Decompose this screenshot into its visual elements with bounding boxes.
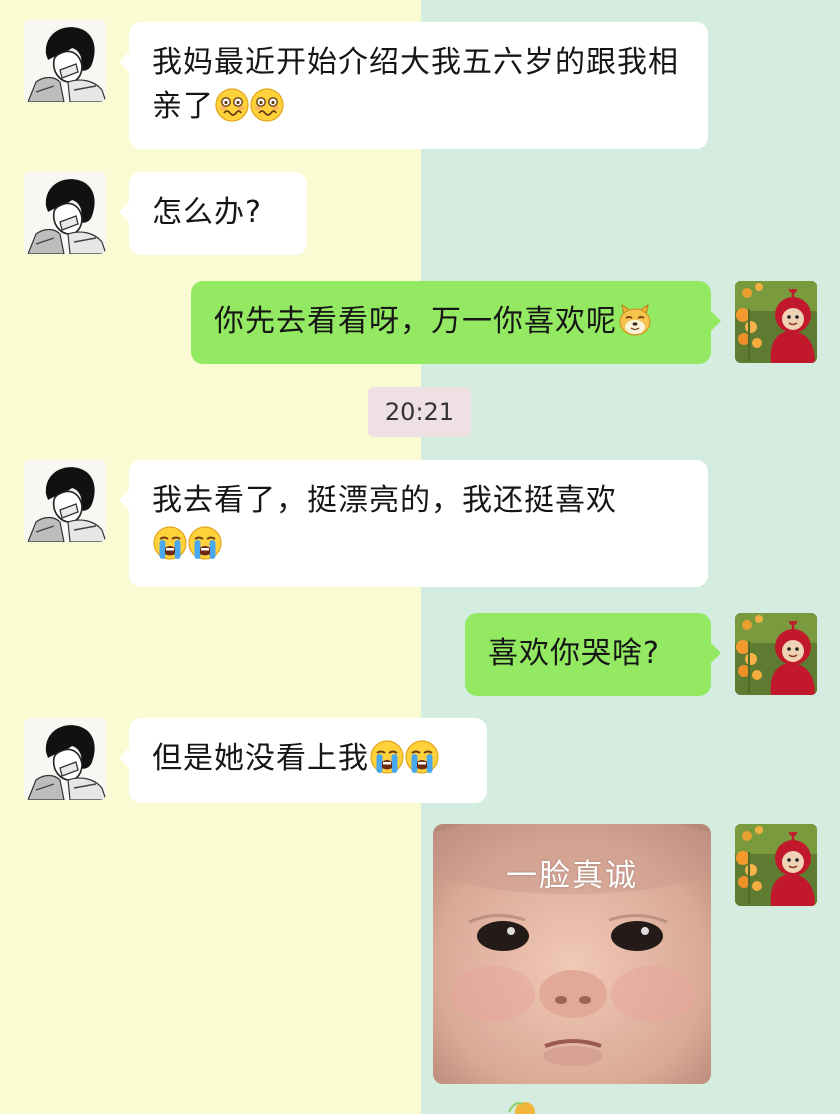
woozy-face-icon <box>250 88 284 122</box>
outgoing-message-bubble[interactable]: 你先去看看呀，万一你喜欢呢 <box>191 281 721 364</box>
contact-avatar[interactable] <box>24 20 106 102</box>
partial-decoration <box>505 1094 541 1114</box>
message-text: 你先去看看呀，万一你喜欢呢 <box>214 304 617 339</box>
message-text: 但是她没看上我 <box>152 741 369 776</box>
user-avatar[interactable] <box>735 281 817 363</box>
user-avatar[interactable] <box>735 613 817 695</box>
user-avatar[interactable] <box>735 824 817 906</box>
message-text: 怎么办? <box>152 195 262 230</box>
incoming-message-bubble[interactable]: 我妈最近开始介绍大我五六岁的跟我相亲了 <box>119 22 708 149</box>
sticker-caption: 一脸真诚 <box>506 858 638 894</box>
contact-avatar[interactable] <box>24 172 106 254</box>
doge-icon <box>618 303 652 337</box>
incoming-message-bubble[interactable]: 我去看了，挺漂亮的，我还挺喜欢 <box>119 460 708 587</box>
loudly-crying-face-icon <box>370 740 404 774</box>
loudly-crying-face-icon <box>153 526 187 560</box>
baby-face-sticker[interactable]: 一脸真诚 <box>433 824 711 1084</box>
message-text: 喜欢你哭啥? <box>488 636 660 671</box>
incoming-message-bubble[interactable]: 但是她没看上我 <box>119 718 487 803</box>
timestamp: 20:21 <box>368 387 471 437</box>
woozy-face-icon <box>215 88 249 122</box>
incoming-message-bubble[interactable]: 怎么办? <box>119 172 307 255</box>
message-text: 我去看了，挺漂亮的，我还挺喜欢 <box>152 483 617 518</box>
loudly-crying-face-icon <box>188 526 222 560</box>
contact-avatar[interactable] <box>24 718 106 800</box>
outgoing-message-bubble[interactable]: 喜欢你哭啥? <box>465 613 721 696</box>
loudly-crying-face-icon <box>405 740 439 774</box>
contact-avatar[interactable] <box>24 460 106 542</box>
